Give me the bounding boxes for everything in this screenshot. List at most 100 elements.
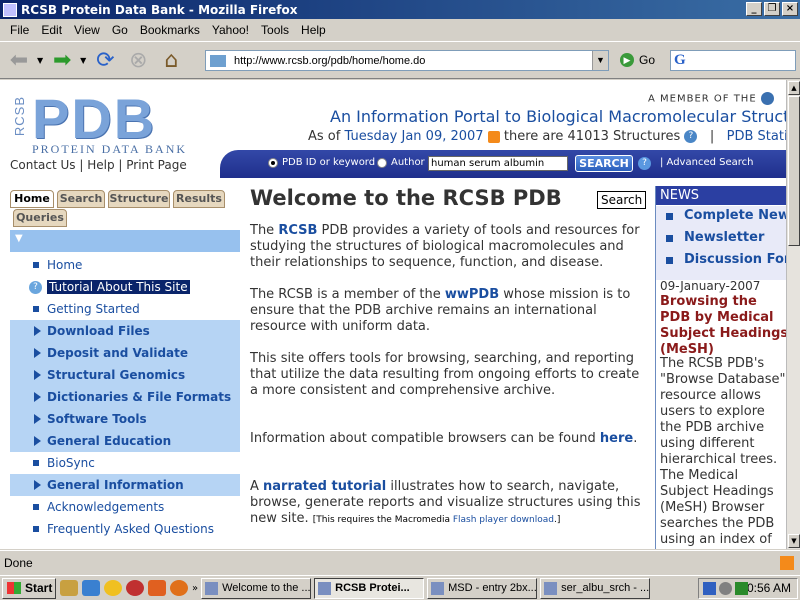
nav-item-acknowledgements[interactable]: Acknowledgements [10, 496, 240, 518]
reload-icon[interactable]: ⟳ [90, 45, 120, 75]
rss-icon[interactable] [487, 130, 500, 143]
firefox-quicklaunch-icon[interactable] [170, 580, 188, 596]
top-links[interactable]: Contact Us | Help | Print Page [10, 158, 187, 172]
nav-item-download-files[interactable]: Download Files [10, 320, 240, 342]
menu-yahoo[interactable]: Yahoo! [206, 23, 255, 37]
minimize-button[interactable]: _ [746, 2, 762, 16]
news-link-complete[interactable]: Complete News [664, 208, 786, 223]
nav-header-bar[interactable]: ▼ [10, 230, 240, 252]
browser-paragraph: Information about compatible browsers ca… [250, 431, 646, 447]
help-icon[interactable]: ? [684, 130, 698, 143]
ie-icon[interactable] [82, 580, 100, 596]
nav-item-faq[interactable]: Frequently Asked Questions [10, 518, 240, 540]
wwpdb-link[interactable]: wwPDB [445, 287, 499, 302]
search-help-icon[interactable]: ? [638, 157, 651, 170]
home-icon[interactable]: ⌂ [156, 45, 186, 75]
nav-label: General Education [47, 434, 172, 448]
nav-item-software-tools[interactable]: Software Tools [10, 408, 240, 430]
nav-item-general-information[interactable]: General Information [10, 474, 240, 496]
tab-search[interactable]: Search [57, 190, 105, 208]
firefox-icon [3, 2, 17, 17]
nav-label: Download Files [47, 324, 150, 338]
nav-item-deposit[interactable]: Deposit and Validate [10, 342, 240, 364]
rss-feed-icon[interactable] [780, 556, 794, 570]
pdb-logo[interactable]: RCSB PDB PROTEIN DATA BANK [10, 87, 220, 156]
nav-item-dictionaries[interactable]: Dictionaries & File Formats [10, 386, 240, 408]
radio-pdbid[interactable] [268, 158, 278, 168]
nav-item-general-education[interactable]: General Education [10, 430, 240, 452]
structure-count-line: As of Tuesday Jan 09, 2007 there are 410… [308, 129, 786, 144]
forward-dropdown-icon[interactable]: ▼ [80, 56, 86, 65]
news-link-label: Complete News [684, 208, 786, 223]
nav-item-home[interactable]: Home [10, 254, 240, 276]
site-favicon [210, 54, 226, 67]
menu-edit[interactable]: Edit [35, 23, 68, 37]
tab-structure[interactable]: Structure [108, 190, 170, 208]
advanced-search-link[interactable]: | Advanced Search [660, 157, 753, 168]
rcsb-link[interactable]: RCSB [278, 223, 317, 238]
news-link-newsletter[interactable]: Newsletter [664, 230, 764, 245]
nav-item-tutorial[interactable]: ? Tutorial About This Site [10, 276, 240, 298]
url-bar[interactable]: http://www.rcsb.org/pdb/home/home.do ▼ [205, 50, 609, 71]
tab-home[interactable]: Home [10, 190, 54, 208]
smiley-icon[interactable] [104, 580, 122, 596]
back-dropdown-icon[interactable]: ▼ [37, 56, 43, 65]
url-dropdown-icon[interactable]: ▼ [592, 51, 608, 70]
here-link[interactable]: here [600, 431, 633, 446]
search-input[interactable]: human serum albumin [428, 156, 568, 171]
forward-arrow-icon[interactable]: ➡ [47, 45, 77, 75]
news-link-forum[interactable]: Discussion Forum [664, 252, 786, 267]
radio-author[interactable] [377, 158, 387, 168]
nav-label: Dictionaries & File Formats [47, 390, 232, 404]
chevron-icon[interactable]: » [192, 583, 198, 594]
flash-download-link[interactable]: Flash player download [453, 515, 554, 525]
narrated-tutorial-link[interactable]: narrated tutorial [263, 479, 386, 494]
task-ser-albu[interactable]: ser_albu_srch - ... [540, 577, 651, 599]
volume-icon[interactable] [719, 582, 732, 595]
tray-app-icon[interactable] [735, 582, 748, 595]
tab-results[interactable]: Results [173, 190, 225, 208]
asof-label: As of [308, 129, 341, 144]
vertical-scrollbar[interactable]: ▲ ▼ [786, 80, 800, 549]
wwpdb-paragraph: The RCSB is a member of the wwPDB whose … [250, 287, 646, 335]
task-msd[interactable]: MSD - entry 2bx... [427, 577, 538, 599]
status-text: Done [4, 555, 33, 570]
nav-item-getting-started[interactable]: Getting Started [10, 298, 240, 320]
search-engine-box[interactable]: G [670, 50, 796, 71]
go-button[interactable]: ▶ Go [620, 53, 655, 67]
nav-item-biosync[interactable]: BioSync [10, 452, 240, 474]
close-button[interactable]: × [782, 2, 798, 16]
maximize-button[interactable]: ❐ [764, 2, 780, 16]
menu-tools[interactable]: Tools [255, 23, 295, 37]
task-rcsb[interactable]: RCSB Protei... [314, 577, 425, 599]
app-icon[interactable] [148, 580, 166, 596]
news-title[interactable]: Browsing the PDB by Medical Subject Head… [660, 294, 786, 358]
search-strip: PDB ID or keyword Author human serum alb… [220, 150, 786, 178]
start-button[interactable]: Start [2, 577, 56, 599]
news-link-label: Newsletter [684, 230, 765, 245]
search-button[interactable]: SEARCH [575, 155, 633, 172]
menu-view[interactable]: View [68, 23, 106, 37]
network-icon[interactable] [703, 582, 716, 595]
task-welcome[interactable]: Welcome to the ... [201, 577, 312, 599]
nav-item-structural-genomics[interactable]: Structural Genomics [10, 364, 240, 386]
wwpdb-member-badge[interactable]: A MEMBER OF THE [648, 92, 774, 105]
quicklaunch-edit-icon[interactable] [60, 580, 78, 596]
text: The [250, 223, 279, 238]
scroll-up-icon[interactable]: ▲ [788, 81, 800, 95]
tab-queries[interactable]: Queries [13, 209, 67, 227]
media-icon[interactable] [126, 580, 144, 596]
menu-help[interactable]: Help [295, 23, 332, 37]
browser-window: RCSB Protein Data Bank - Mozilla Firefox… [0, 0, 800, 600]
menu-bookmarks[interactable]: Bookmarks [134, 23, 206, 37]
pdb-statistics-link[interactable]: PDB Statistics [727, 129, 786, 144]
scroll-down-icon[interactable]: ▼ [788, 534, 800, 548]
news-link-label: Discussion Forum [684, 252, 786, 267]
scroll-thumb[interactable] [788, 96, 800, 246]
nav-label: Deposit and Validate [47, 346, 189, 360]
menu-go[interactable]: Go [106, 23, 134, 37]
menu-file[interactable]: File [4, 23, 35, 37]
stop-icon[interactable]: ⊗ [123, 45, 153, 75]
go-arrow-icon: ▶ [620, 53, 634, 67]
back-arrow-icon[interactable]: ⬅ [4, 45, 34, 75]
